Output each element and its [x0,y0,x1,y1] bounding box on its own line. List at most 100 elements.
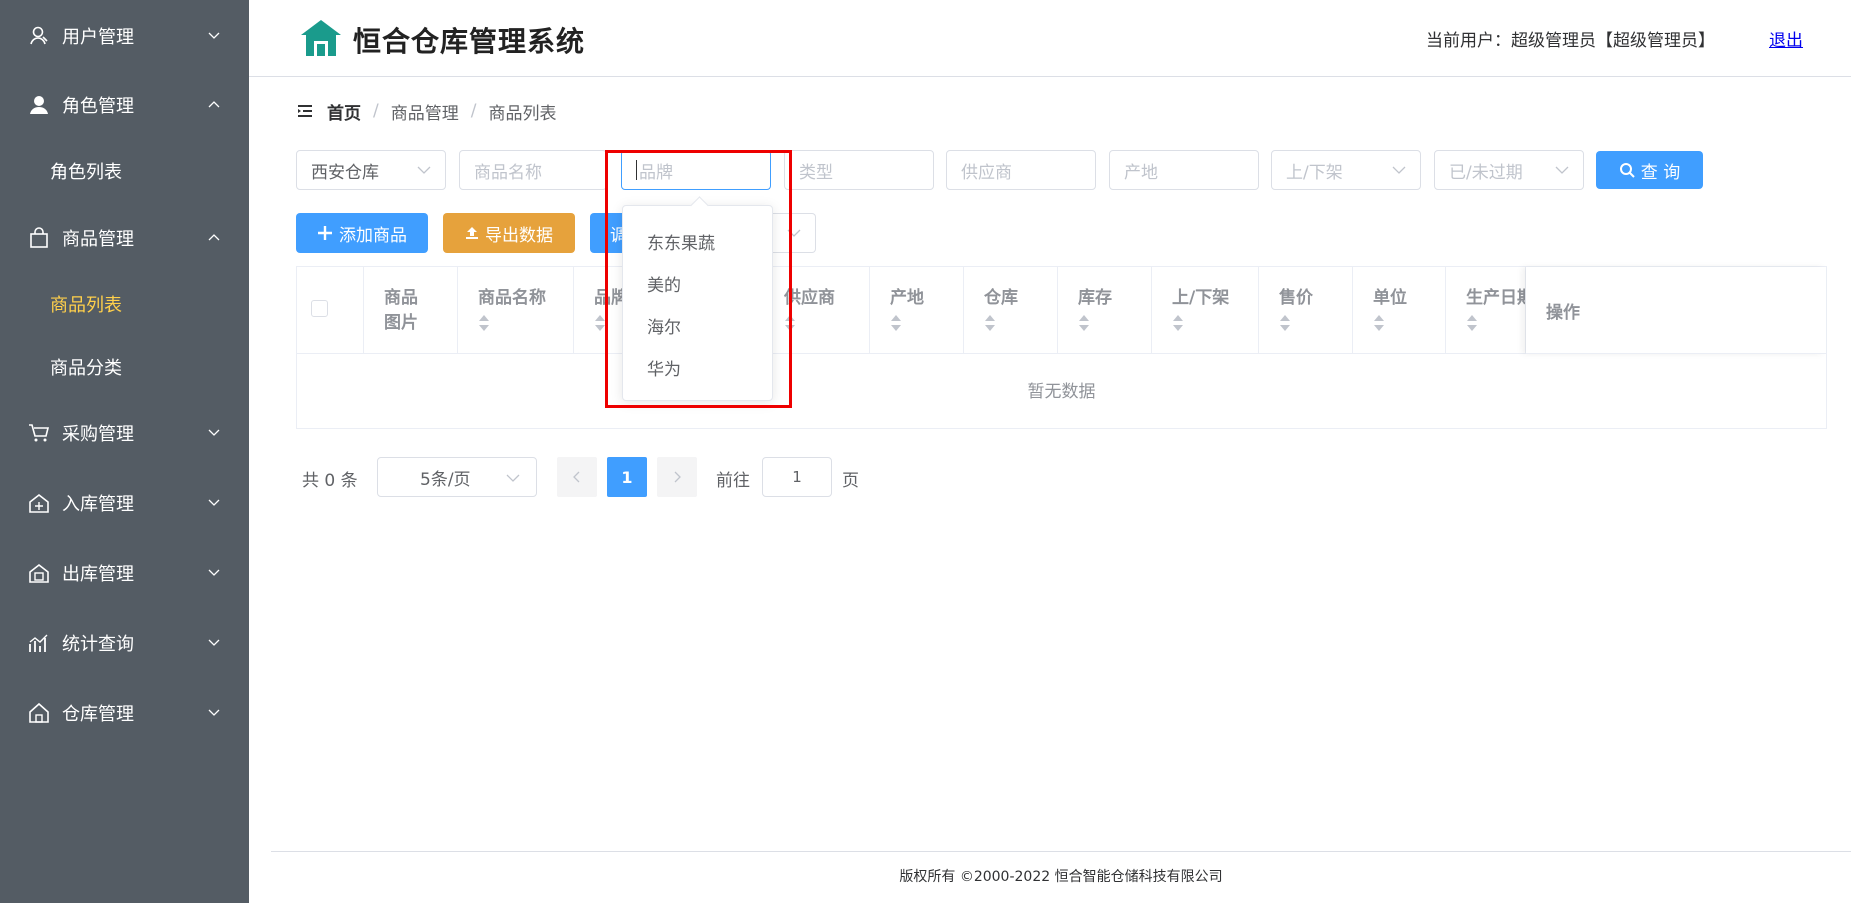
type-placeholder: 类型 [799,162,833,183]
column-header[interactable]: 库存 [1058,267,1152,354]
menu-label: 采购管理 [62,424,134,445]
footer-copyright: 版权所有 ©2000-2022 恒合智能仓储科技有限公司 [899,869,1223,885]
sort-caret-icon[interactable] [1466,314,1478,332]
menu-user-management[interactable]: 用户管理 [0,8,249,64]
next-page-button[interactable] [657,457,697,497]
menu-inbound-management[interactable]: 入库管理 [0,475,249,531]
column-header[interactable]: 售价 [1259,267,1353,354]
shelf-status-select[interactable]: 上/下架 [1271,150,1421,190]
sidebar-item-role-list[interactable]: 角色列表 [0,143,249,199]
menu-fold-icon[interactable] [297,104,313,118]
search-button[interactable]: 查 询 [1596,151,1703,189]
warehouse-logo-icon [301,20,341,56]
product-name-placeholder: 商品名称 [474,162,542,183]
header: 恒合仓库管理系统 当前用户：超级管理员【超级管理员】 退出 [249,0,1851,77]
breadcrumb-separator: / [373,101,379,121]
chevron-down-icon [1555,166,1569,174]
goto-label: 前往 [716,471,750,491]
plus-icon [318,226,332,240]
breadcrumb: 首页 / 商品管理 / 商品列表 [297,99,556,124]
product-name-input[interactable]: 商品名称 [459,150,607,190]
origin-placeholder: 产地 [1124,162,1158,183]
page-size-value: 5条/页 [420,469,471,490]
chevron-down-icon [506,474,520,482]
dropdown-option[interactable]: 美的 [647,266,681,300]
warehouse-select[interactable]: 西安仓库 [296,150,446,190]
column-label: 操作 [1546,303,1580,323]
column-header: 商品 图片 [364,267,458,354]
dropdown-option[interactable]: 海尔 [647,308,681,342]
origin-input[interactable]: 产地 [1109,150,1259,190]
menu-purchase-management[interactable]: 采购管理 [0,405,249,461]
column-header[interactable]: 商品名称 [458,267,574,354]
dropdown-option[interactable]: 东东果蔬 [647,224,715,258]
user-outline-icon [30,26,48,45]
supplier-input[interactable]: 供应商 [946,150,1096,190]
column-label: 售价 [1279,288,1313,308]
menu-product-management[interactable]: 商品管理 [0,210,249,266]
empty-data-text: 暂无数据 [1027,382,1096,402]
menu-label: 用户管理 [62,27,134,48]
column-header[interactable]: 上/下架 [1152,267,1259,354]
sort-caret-icon[interactable] [984,314,996,332]
sort-caret-icon[interactable] [890,314,902,332]
sort-caret-icon[interactable] [1172,314,1184,332]
menu-warehouse-management[interactable]: 仓库管理 [0,685,249,741]
chevron-down-icon [417,166,431,174]
export-data-label: 导出数据 [485,225,553,246]
breadcrumb-home[interactable]: 首页 [327,99,361,124]
logout-link[interactable]: 退出 [1769,26,1803,51]
column-label: 商品名称 [478,288,546,308]
menu-outbound-management[interactable]: 出库管理 [0,545,249,601]
column-header[interactable]: 供应商 [764,267,870,354]
sort-caret-icon[interactable] [1373,314,1385,332]
column-label: 生产日期 [1466,288,1525,308]
warehouse-select-value: 西安仓库 [311,162,379,183]
page-number-current[interactable]: 1 [607,457,647,497]
column-label: 单位 [1373,288,1407,308]
sort-caret-icon[interactable] [594,314,606,332]
expiry-status-select[interactable]: 已/未过期 [1434,150,1584,190]
current-user-text: 当前用户：超级管理员【超级管理员】 [1426,31,1715,51]
type-input[interactable]: 类型 [784,150,934,190]
chevron-down-icon [208,32,220,39]
column-header[interactable]: 产地 [870,267,964,354]
add-product-button[interactable]: 添加商品 [296,213,428,253]
prev-page-button[interactable] [557,457,597,497]
select-all-checkbox[interactable] [311,300,328,317]
menu-statistics-query[interactable]: 统计查询 [0,615,249,671]
goto-page-input[interactable]: 1 [762,457,832,497]
add-product-label: 添加商品 [339,225,407,246]
column-header[interactable]: 单位 [1353,267,1446,354]
column-header[interactable]: 仓库 [964,267,1058,354]
shopping-bag-icon [30,227,48,248]
app-title: 恒合仓库管理系统 [353,25,586,58]
user-filled-icon [30,96,48,114]
column-label: 供应商 [784,288,835,308]
dropdown-option[interactable]: 华为 [647,350,681,384]
brand-select[interactable]: 品牌 [621,150,771,190]
shelf-status-placeholder: 上/下架 [1286,162,1343,183]
sort-caret-icon[interactable] [478,314,490,332]
text-caret [636,160,637,180]
column-label: 库存 [1078,288,1112,308]
house-icon [29,702,49,723]
sidebar-item-product-list[interactable]: 商品列表 [0,276,249,332]
footer-divider [271,851,1851,852]
sidebar-item-product-category[interactable]: 商品分类 [0,339,249,395]
chevron-down-icon [208,569,220,576]
page-size-select[interactable]: 5条/页 [377,457,537,497]
menu-role-management[interactable]: 角色管理 [0,77,249,133]
warehouse-out-icon [29,563,49,583]
menu-label: 入库管理 [62,494,134,515]
sort-caret-icon[interactable] [1279,314,1291,332]
breadcrumb-item: 商品管理 [390,103,459,124]
chevron-up-icon [208,234,220,241]
expiry-status-placeholder: 已/未过期 [1449,162,1523,183]
sort-caret-icon[interactable] [1078,314,1090,332]
export-data-button[interactable]: 导出数据 [443,213,575,253]
search-button-label: 查 询 [1640,162,1681,183]
sort-caret-icon[interactable] [784,314,796,332]
column-header[interactable]: 生产日期 [1446,267,1526,354]
breadcrumb-separator: / [470,101,477,121]
